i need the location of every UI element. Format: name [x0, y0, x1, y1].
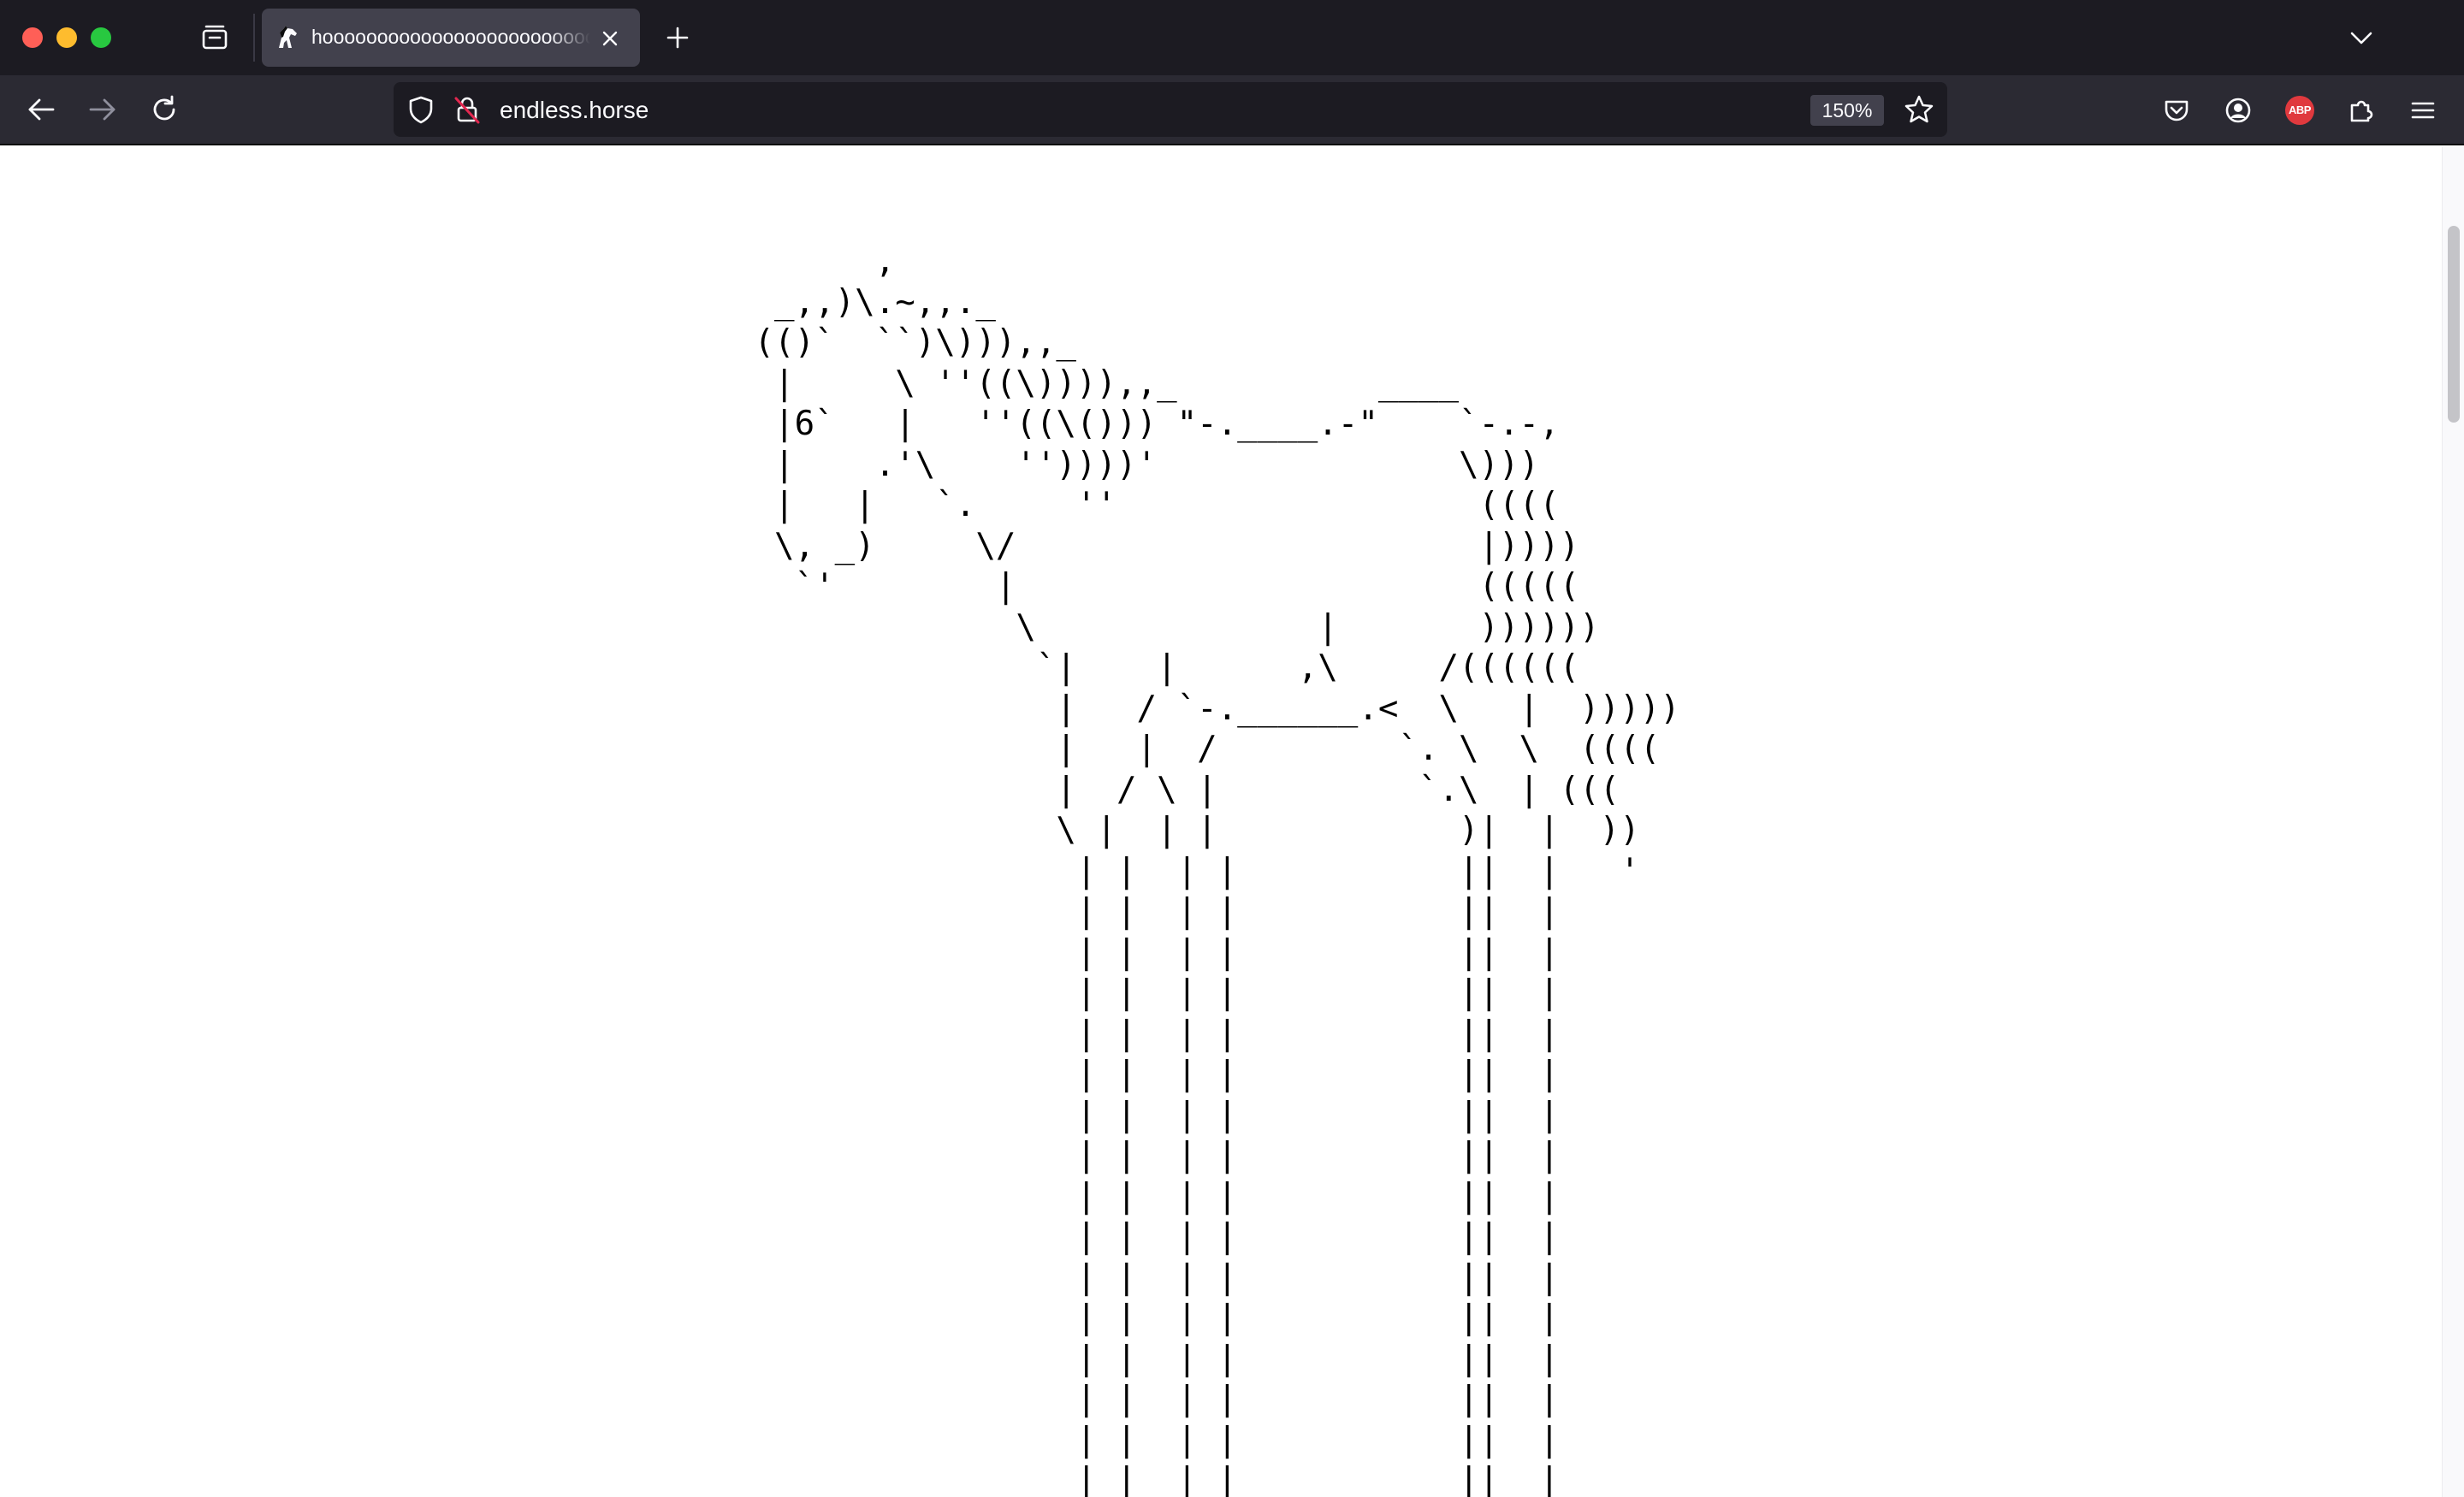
insecure-lock-icon[interactable]: [452, 94, 483, 125]
tab-endless-horse[interactable]: hooooooooooooooooooooooooooooooooooooors…: [262, 9, 640, 67]
abp-extension-icon[interactable]: ABP: [2283, 93, 2317, 127]
page-content: , _,,)\.~,,._ (()` ``)\))),,_ | \ ''((\)…: [0, 147, 2442, 1497]
art-line: | | | | || |: [734, 1176, 1560, 1216]
art-line: | | | | || |: [734, 1014, 1560, 1053]
window-maximize-button[interactable]: [91, 27, 111, 48]
url-bar[interactable]: endless.horse 150%: [394, 82, 1947, 137]
art-line: _,,)\.~,,._: [734, 282, 996, 322]
art-line: ,: [734, 242, 896, 281]
window-close-button[interactable]: [22, 27, 43, 48]
art-line: | | `. '' ((((: [734, 486, 1560, 524]
art-line: | | | | || |: [734, 1257, 1560, 1297]
art-line: | | / `. \ \ ((((: [734, 730, 1661, 768]
art-line: \ | | | )| | )): [734, 811, 1640, 849]
art-line: | | | | || |: [734, 1380, 1560, 1418]
art-line: `| | ,\ /((((((: [734, 648, 1580, 687]
art-line: | | | | || |: [734, 1217, 1560, 1256]
art-line: | | | | || |: [734, 1461, 1560, 1497]
forward-arrow-icon[interactable]: [84, 91, 121, 128]
scrollbar-thumb[interactable]: [2448, 226, 2460, 423]
ascii-horse-art: , _,,)\.~,,._ (()` ``)\))),,_ | \ ''((\)…: [734, 241, 1680, 1497]
art-line: | | | | || | ': [734, 851, 1640, 891]
plus-icon[interactable]: [662, 22, 693, 53]
abp-badge: ABP: [2285, 96, 2314, 125]
tab-separator: [253, 14, 255, 62]
account-icon[interactable]: [2221, 93, 2255, 127]
art-line: | / `-.______.< \ | ))))): [734, 689, 1680, 728]
tab-title: hooooooooooooooooooooooooooooooooooooors…: [311, 26, 590, 48]
art-line: |6` | ''((\())) "-.____.-" `-.-,: [734, 405, 1560, 443]
back-arrow-icon[interactable]: [22, 91, 60, 128]
tab-strip: hooooooooooooooooooooooooooooooooooooors…: [0, 0, 2464, 75]
art-line: | | | | || |: [734, 932, 1560, 972]
pocket-icon[interactable]: [2159, 93, 2194, 127]
tab-manager-icon[interactable]: [198, 22, 231, 53]
art-line: | | | | || |: [734, 1299, 1560, 1337]
window-minimize-button[interactable]: [56, 27, 77, 48]
art-line: | | | | || |: [734, 1339, 1560, 1378]
art-line: | | | | || |: [734, 973, 1560, 1012]
art-line: `' | (((((: [734, 567, 1580, 606]
navigation-toolbar: endless.horse 150% ABP: [0, 75, 2464, 145]
url-text[interactable]: endless.horse: [500, 97, 649, 124]
art-line: \, _) \/ |)))): [734, 526, 1580, 565]
art-line: (()` ``)\))),,_: [734, 323, 1076, 362]
art-line: | | | | || |: [734, 1420, 1560, 1459]
zoom-level-button[interactable]: 150%: [1810, 95, 1884, 126]
art-line: | | | | || |: [734, 1095, 1560, 1134]
art-line: | \ ''((\)))),,_ ____: [734, 364, 1459, 403]
close-icon[interactable]: [599, 27, 621, 50]
reload-icon[interactable]: [145, 91, 183, 128]
art-line: | .'\ ''))))' \))): [734, 445, 1540, 484]
art-line: | | | | || |: [734, 892, 1560, 931]
shield-icon[interactable]: [406, 94, 436, 125]
chevron-down-icon[interactable]: [2346, 22, 2377, 53]
horse-favicon-icon: [274, 24, 301, 51]
vertical-scrollbar[interactable]: [2442, 147, 2464, 1497]
star-icon[interactable]: [1903, 93, 1935, 126]
art-line: | | | | || |: [734, 1055, 1560, 1093]
art-line: \ | )))))): [734, 607, 1600, 647]
art-line: | | | | || |: [734, 1136, 1560, 1175]
art-line: | / \ | `.\ | (((: [734, 770, 1620, 809]
hamburger-menu-icon[interactable]: [2406, 93, 2440, 127]
puzzle-icon[interactable]: [2344, 93, 2378, 127]
